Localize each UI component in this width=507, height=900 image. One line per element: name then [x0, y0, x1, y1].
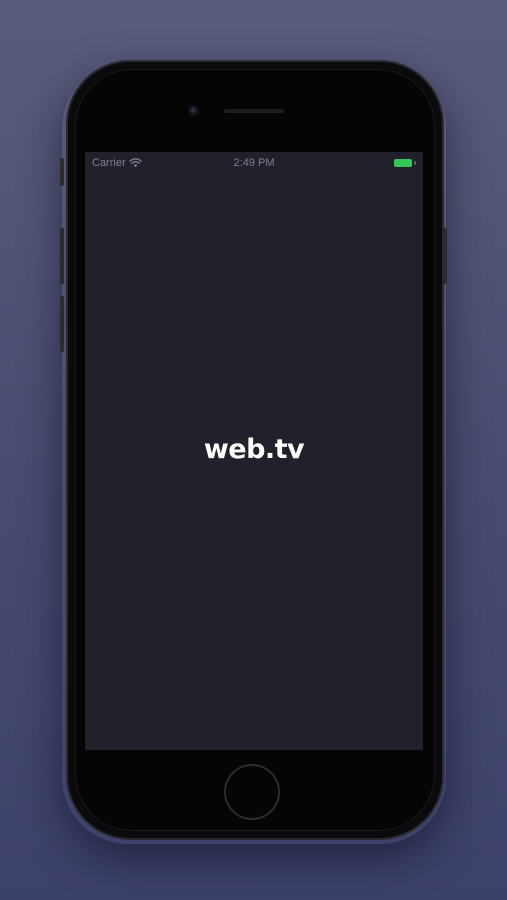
app-logo: web.tv: [203, 434, 305, 465]
battery-tip: [414, 161, 416, 165]
earpiece-speaker: [224, 109, 284, 113]
app-screen[interactable]: Carrier 2:49 PM web.tv: [85, 152, 423, 750]
battery-fill: [394, 159, 412, 167]
battery-icon: [394, 159, 416, 167]
home-button[interactable]: [224, 764, 280, 820]
front-camera-icon: [188, 105, 199, 116]
status-time: 2:49 PM: [233, 157, 275, 169]
volume-up-button: [60, 228, 64, 284]
status-bar: Carrier 2:49 PM: [85, 152, 423, 174]
mute-switch: [60, 158, 64, 186]
volume-down-button: [60, 296, 64, 352]
